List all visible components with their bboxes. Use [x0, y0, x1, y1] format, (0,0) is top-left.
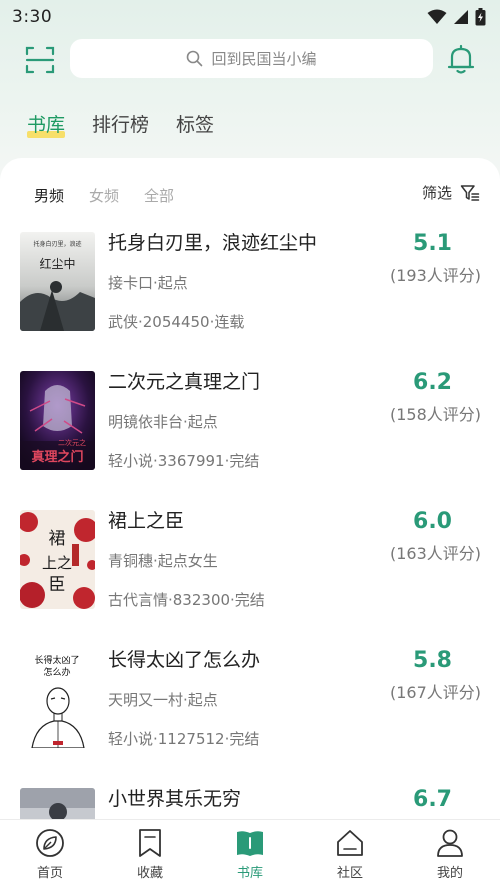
book-cover: 红尘中 托身白刃里，浪迹 — [20, 232, 95, 331]
nav-favorites[interactable]: 收藏 — [100, 820, 200, 889]
subtab-female[interactable]: 女频 — [89, 185, 119, 206]
book-item[interactable]: 红尘中 托身白刃里，浪迹 托身白刃里，浪迹红尘中 接卡口·起点 武侠·20544… — [0, 230, 500, 369]
scan-icon[interactable] — [24, 44, 56, 76]
nav-home[interactable]: 首页 — [0, 820, 100, 889]
book-ratings: (167人评分) — [389, 683, 481, 702]
tab-library[interactable]: 书库 — [27, 110, 66, 140]
bookmark-icon — [139, 829, 161, 857]
cell-signal-icon — [454, 10, 468, 24]
cover-title-line: 上之 — [42, 554, 72, 572]
book-cover — [20, 788, 95, 819]
tab-ranking[interactable]: 排行榜 — [92, 110, 149, 140]
status-time: 3:30 — [12, 7, 53, 27]
cover-title-text: 怎么办 — [43, 666, 70, 678]
bottom-nav: 首页 收藏 书库 社区 我的 — [0, 819, 500, 889]
book-author: 天明又一村·起点 — [108, 691, 218, 709]
wifi-icon — [427, 9, 447, 24]
book-item[interactable]: 长得太凶了 怎么办 长得太凶了怎么办 天明又一村·起点 轻小说·1127512·… — [0, 647, 500, 786]
search-icon — [187, 50, 203, 67]
nav-favorites-label: 收藏 — [136, 866, 163, 881]
library-card: 男频 女频 全部 筛选 红尘中 托身白刃里，浪迹 托身白刃里，浪迹红尘中 接卡口… — [0, 158, 500, 819]
book-cover: 真理之门 二次元之 — [20, 371, 95, 470]
book-cover: 裙 上之 臣 — [20, 510, 95, 609]
book-item[interactable]: 真理之门 二次元之 二次元之真理之门 明镜依非台·起点 轻小说·3367991·… — [0, 369, 500, 508]
book-title[interactable]: 二次元之真理之门 — [108, 369, 260, 395]
book-ratings: (193人评分) — [389, 266, 481, 285]
tab-tags[interactable]: 标签 — [176, 110, 214, 140]
battery-icon — [475, 8, 486, 26]
cover-title-line: 裙 — [49, 529, 66, 549]
notification-bell-icon[interactable] — [446, 43, 476, 75]
profile-icon — [437, 829, 463, 857]
book-title[interactable]: 小世界其乐无穷 — [108, 786, 241, 812]
search-input[interactable]: 回到民国当小编 — [70, 39, 433, 78]
cover-title-text: 红尘中 — [39, 256, 75, 271]
book-score: 6.0 — [413, 509, 452, 534]
status-icons — [427, 8, 486, 26]
cover-title-line: 臣 — [49, 575, 66, 595]
book-title[interactable]: 长得太凶了怎么办 — [108, 647, 260, 673]
book-score: 6.7 — [413, 787, 452, 812]
book-score: 5.8 — [413, 648, 452, 673]
nav-community-label: 社区 — [336, 866, 363, 881]
cover-small-text: 二次元之 — [58, 438, 86, 447]
home-leaf-icon — [36, 829, 64, 857]
nav-library[interactable]: 书库 — [200, 820, 300, 889]
book-score: 6.2 — [413, 370, 452, 395]
cover-title-text: 长得太凶了 — [34, 654, 79, 666]
book-meta: 轻小说·3367991·完结 — [108, 452, 260, 470]
book-ratings: (158人评分) — [389, 405, 481, 424]
search-placeholder: 回到民国当小编 — [211, 50, 317, 68]
nav-home-label: 首页 — [36, 866, 63, 881]
book-item[interactable]: 裙 上之 臣 裙上之臣 青铜穗·起点女生 古代言情·832300·完结 6.0 … — [0, 508, 500, 647]
nav-library-label: 书库 — [236, 866, 263, 881]
filter-row: 男频 女频 全部 筛选 — [0, 182, 500, 208]
book-meta: 武侠·2054450·连载 — [108, 313, 245, 331]
cover-title-text: 真理之门 — [31, 449, 83, 465]
nav-profile[interactable]: 我的 — [400, 820, 500, 889]
nav-community[interactable]: 社区 — [300, 820, 400, 889]
community-icon — [337, 830, 363, 856]
book-ratings: (163人评分) — [389, 544, 481, 563]
book-item[interactable]: 小世界其乐无穷 6.7 — [0, 786, 500, 819]
book-author: 明镜依非台·起点 — [108, 413, 218, 431]
book-list: 红尘中 托身白刃里，浪迹 托身白刃里，浪迹红尘中 接卡口·起点 武侠·20544… — [0, 230, 500, 819]
subtab-all[interactable]: 全部 — [144, 185, 174, 206]
book-title[interactable]: 托身白刃里，浪迹红尘中 — [108, 230, 317, 256]
book-author: 青铜穗·起点女生 — [108, 552, 218, 570]
book-icon — [237, 831, 263, 856]
book-author: 接卡口·起点 — [108, 274, 188, 292]
status-bar: 3:30 — [0, 0, 500, 34]
search-row: 回到民国当小编 — [0, 38, 500, 80]
cover-title-text: 裙 — [49, 529, 66, 549]
top-tabs: 书库 排行榜 标签 — [0, 106, 500, 140]
subtab-male[interactable]: 男频 — [34, 185, 64, 206]
book-score: 5.1 — [413, 231, 452, 256]
book-title[interactable]: 裙上之臣 — [108, 508, 184, 534]
cover-small-text: 托身白刃里，浪迹 — [33, 240, 81, 248]
book-meta: 古代言情·832300·完结 — [108, 591, 265, 609]
nav-profile-label: 我的 — [436, 866, 463, 881]
book-cover: 长得太凶了 怎么办 — [20, 649, 95, 748]
filter-icon — [460, 184, 480, 201]
book-meta: 轻小说·1127512·完结 — [108, 730, 260, 748]
filter-button[interactable]: 筛选 — [422, 182, 480, 203]
filter-label: 筛选 — [421, 184, 452, 202]
